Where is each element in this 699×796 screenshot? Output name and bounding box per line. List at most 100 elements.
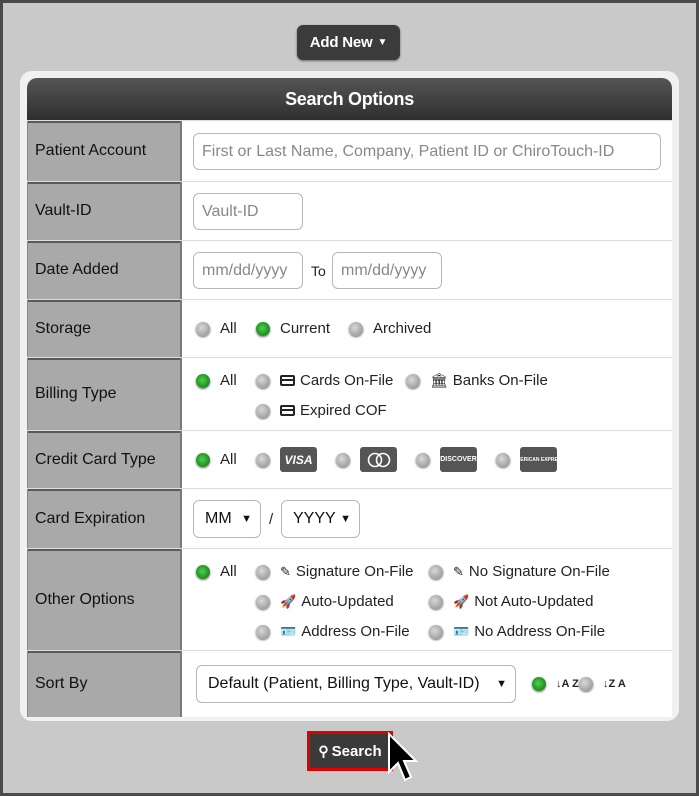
sort-alpha-desc-icon: ↓Z A [603,678,626,690]
radio-icon [429,624,443,639]
signature-on-file-label: Signature On-File [295,563,414,580]
radio-selected-icon [196,564,210,579]
storage-all-radio[interactable]: All [196,320,237,337]
expiration-year-select[interactable]: YYYY ▼ [281,500,360,538]
search-button-label: Search [331,742,382,760]
vault-id-input[interactable]: Vault-ID [193,193,303,230]
date-to-label: To [311,263,326,279]
cc-amex-radio[interactable]: AMERICAN EXPRESS [496,447,564,472]
other-all-label: All [220,563,237,580]
cc-visa-radio[interactable]: VISA [256,447,317,472]
cc-all-radio[interactable]: All [196,451,237,468]
row-credit-card-type: Credit Card Type All VISA DISCOVER AMERI… [27,430,672,488]
billing-all-label: All [220,372,237,389]
sort-descending-radio[interactable]: ↓Z A [579,677,626,691]
row-date-added: Date Added mm/dd/yyyy To mm/dd/yyyy [27,240,672,299]
search-button[interactable]: ⚲ Search [307,731,393,771]
pencil-icon: ✎ [280,563,291,579]
radio-icon [196,321,210,336]
storage-label: Storage [27,300,182,357]
row-other-options: Other Options All ✎ Signature On-File ✎ … [27,548,672,650]
date-to-input[interactable]: mm/dd/yyyy [332,252,442,289]
no-address-radio[interactable]: 🪪 No Address On-File [429,623,605,640]
auto-updated-label: Auto-Updated [301,593,394,610]
no-signature-radio[interactable]: ✎ No Signature On-File [429,563,610,580]
mouse-cursor-icon [388,732,419,782]
radio-icon [429,564,443,579]
row-sort-by: Sort By Default (Patient, Billing Type, … [27,650,672,717]
radio-icon [256,564,270,579]
radio-selected-icon [196,373,210,388]
card-expiration-label: Card Expiration [27,489,182,548]
sort-by-label: Sort By [27,651,182,717]
radio-selected-icon [256,321,270,336]
storage-current-radio[interactable]: Current [256,320,330,337]
sort-alpha-asc-icon: ↓A Z [556,678,579,690]
date-added-label: Date Added [27,241,182,299]
not-auto-updated-label: Not Auto-Updated [474,593,594,610]
cc-discover-radio[interactable]: DISCOVER [416,447,477,472]
signature-on-file-radio[interactable]: ✎ Signature On-File [256,563,413,580]
radio-icon [256,594,270,609]
billing-banks-label: Banks On-File [452,372,548,389]
bank-icon: 🏛 [430,372,448,388]
pencil-icon: ✎ [453,563,464,579]
radio-icon [496,452,510,467]
chevron-down-icon: ▼ [340,513,351,525]
radio-icon [256,373,270,388]
billing-expired-label: Expired COF [300,402,387,419]
address-card-icon: 🪪 [280,623,297,639]
radio-icon [429,594,443,609]
no-address-label: No Address On-File [474,623,606,640]
discover-icon: DISCOVER [440,447,477,472]
other-all-radio[interactable]: All [196,563,237,580]
auto-updated-radio[interactable]: 🚀 Auto-Updated [256,593,394,610]
panel-title: Search Options [27,78,672,120]
storage-archived-label: Archived [373,320,432,337]
month-value: MM [205,510,232,527]
add-new-button[interactable]: Add New ▼ [297,25,400,60]
patient-account-input[interactable]: First or Last Name, Company, Patient ID … [193,133,661,170]
no-signature-label: No Signature On-File [468,563,610,580]
sort-ascending-radio[interactable]: ↓A Z [532,677,579,691]
caret-down-icon: ▼ [377,37,388,48]
storage-all-label: All [220,320,237,337]
search-icon: ⚲ [318,742,329,759]
expiration-month-select[interactable]: MM ▼ [193,500,261,538]
radio-icon [256,452,270,467]
radio-icon [256,403,270,418]
radio-icon [406,373,420,388]
chevron-down-icon: ▼ [241,513,252,525]
row-vault-id: Vault-ID Vault-ID [27,181,672,240]
billing-expired-radio[interactable]: Expired COF [256,402,387,419]
billing-type-label: Billing Type [27,358,182,430]
billing-banks-radio[interactable]: 🏛 Banks On-File [406,372,548,389]
storage-archived-radio[interactable]: Archived [349,320,431,337]
billing-all-radio[interactable]: All [196,372,237,389]
amex-icon: AMERICAN EXPRESS [513,447,564,472]
patient-account-label: Patient Account [27,121,182,181]
credit-card-icon [280,405,295,416]
address-on-file-label: Address On-File [301,623,410,640]
address-on-file-radio[interactable]: 🪪 Address On-File [256,623,410,640]
visa-icon: VISA [280,447,317,472]
row-storage: Storage All Current Archived [27,299,672,357]
row-patient-account: Patient Account First or Last Name, Comp… [27,120,672,181]
radio-icon [349,321,363,336]
sort-by-select[interactable]: Default (Patient, Billing Type, Vault-ID… [196,665,516,703]
billing-cards-radio[interactable]: Cards On-File [256,372,393,389]
radio-selected-icon [532,677,546,691]
add-new-label: Add New [309,34,373,51]
radio-icon [336,452,350,467]
vault-id-label: Vault-ID [27,182,182,240]
rocket-icon: 🚀 [453,593,470,609]
storage-current-label: Current [280,320,331,337]
radio-selected-icon [196,452,210,467]
date-from-input[interactable]: mm/dd/yyyy [193,252,303,289]
chevron-down-icon: ▼ [496,678,507,690]
expiration-separator: / [269,511,274,528]
sort-by-value: Default (Patient, Billing Type, Vault-ID… [208,675,480,692]
search-options-panel: Search Options Patient Account First or … [20,71,679,721]
cc-mastercard-radio[interactable] [336,447,397,472]
not-auto-updated-radio[interactable]: 🚀 Not Auto-Updated [429,593,593,610]
